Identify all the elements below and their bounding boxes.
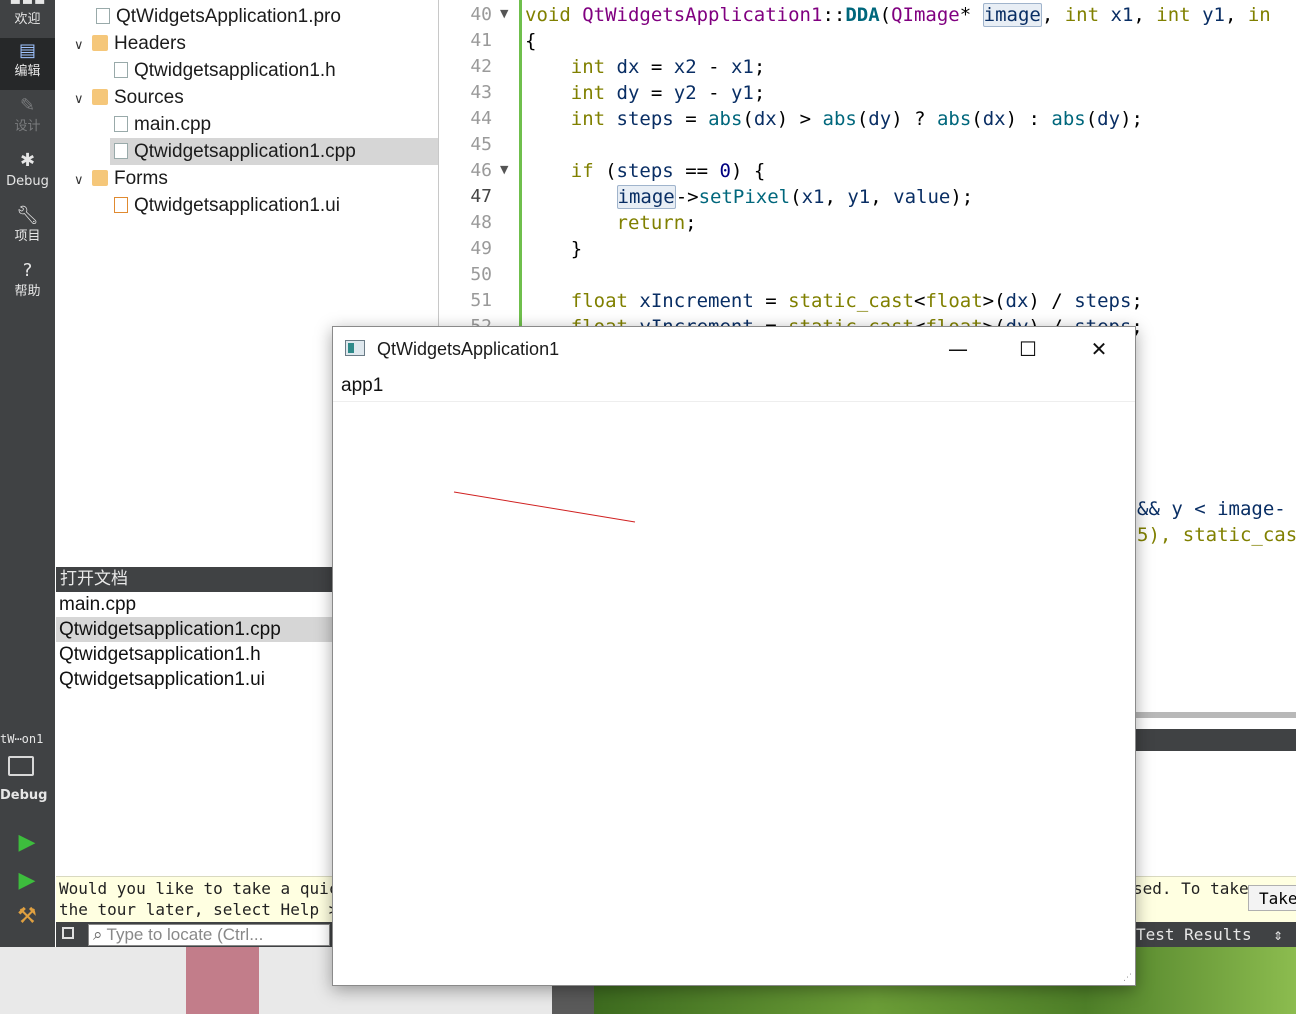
mode-edit[interactable]: ▤ 编辑	[0, 38, 55, 90]
tree-item-main-cpp[interactable]: main.cpp	[114, 111, 211, 138]
code-line: int dx = x2 - x1;	[570, 56, 766, 78]
tree-folder-sources[interactable]: ∨ Sources	[74, 84, 184, 111]
desktop-window-fragment	[552, 985, 594, 1014]
search-icon: ⌕	[93, 925, 103, 944]
edit-document-icon: ▤	[18, 40, 36, 61]
mode-welcome[interactable]: ▪▪▪ 欢迎	[0, 0, 55, 38]
kit-mode-label: Debug	[0, 788, 48, 803]
take-tour-button[interactable]: Take	[1248, 885, 1296, 911]
bug-icon: ✱	[19, 150, 36, 171]
help-icon: ?	[22, 260, 33, 281]
menu-item-app1[interactable]: app1	[341, 371, 383, 401]
kit-selector-label[interactable]: tW⋯on1	[0, 732, 55, 746]
fold-arrow-icon[interactable]: ▼	[500, 163, 508, 176]
folder-icon	[92, 35, 108, 51]
pencil-icon: ✎	[19, 95, 36, 116]
code-line: return;	[616, 212, 697, 234]
chevron-down-icon[interactable]: ∨	[74, 85, 92, 112]
line-number: 45	[470, 134, 492, 155]
folder-icon	[92, 89, 108, 105]
mode-help[interactable]: ? 帮助	[0, 258, 55, 310]
open-doc-item[interactable]: Qtwidgetsapplication1.cpp	[56, 617, 332, 642]
sidebar-toggle-icon[interactable]	[62, 927, 74, 939]
debug-run-icon[interactable]: ▶	[8, 864, 46, 898]
line-number: 40	[470, 4, 492, 25]
chevron-down-icon[interactable]: ∨	[74, 31, 92, 58]
code-fragment: && y < image-	[1137, 498, 1286, 520]
code-line: }	[525, 238, 583, 260]
tour-text: Would you like to take a quick	[59, 879, 348, 898]
form-file-icon	[114, 197, 128, 213]
maximize-button[interactable]: ☐	[995, 327, 1061, 371]
line-number: 51	[470, 290, 492, 311]
tour-text: the tour later, select Help > U	[59, 900, 358, 919]
code-fragment: 5), static_cas	[1137, 524, 1296, 546]
canvas-svg	[453, 491, 636, 523]
mode-debug[interactable]: ✱ Debug	[0, 148, 55, 200]
tree-item-pro-file[interactable]: QtWidgetsApplication1.pro	[96, 3, 341, 30]
monitor-icon[interactable]	[8, 756, 34, 776]
code-line: if (steps == 0) {	[570, 160, 766, 182]
pane-splitter[interactable]	[1134, 712, 1296, 718]
open-documents-header: 打开文档	[56, 567, 332, 592]
drawing-canvas	[333, 402, 1135, 972]
line-number: 46	[470, 160, 492, 181]
mode-selector-bar: ▪▪▪ 欢迎 ▤ 编辑 ✎ 设计 ✱ Debug 🔧︎ 项目 ? 帮助 tW⋯o…	[0, 0, 55, 947]
tree-item-header-file[interactable]: Qtwidgetsapplication1.h	[114, 57, 336, 84]
minimize-button[interactable]: —	[925, 327, 991, 371]
size-grip-icon[interactable]: ⋰	[1123, 973, 1133, 983]
cpp-file-icon	[114, 143, 128, 159]
menu-bar: app1	[333, 371, 1135, 402]
tree-folder-headers[interactable]: ∨ Headers	[74, 30, 186, 57]
line-number-current: 47	[470, 186, 492, 207]
open-doc-item[interactable]: Qtwidgetsapplication1.h	[56, 642, 332, 667]
grid-icon: ▪▪▪	[0, 0, 55, 12]
tour-text: sed. To take	[1133, 879, 1249, 898]
folder-icon	[92, 170, 108, 186]
line-number: 42	[470, 56, 492, 77]
code-line: int dy = y2 - y1;	[570, 82, 766, 104]
code-line: float xIncrement = static_cast<float>(dx…	[570, 290, 1143, 312]
line-number: 41	[470, 30, 492, 51]
desktop-window-fragment	[186, 947, 259, 1014]
build-hammer-icon[interactable]: ⚒	[8, 900, 46, 934]
window-titlebar[interactable]: QtWidgetsApplication1 — ☐ ✕	[333, 327, 1135, 371]
line-number: 50	[470, 264, 492, 285]
output-pane-header	[1134, 729, 1296, 751]
code-line: void QtWidgetsApplication1::DDA(QImage* …	[525, 3, 1271, 27]
dda-line	[453, 491, 636, 523]
close-button[interactable]: ✕	[1066, 327, 1132, 371]
test-results-tab[interactable]: Test Results ⇕	[1136, 924, 1283, 946]
line-number: 43	[470, 82, 492, 103]
locator-input[interactable]: ⌕ Type to locate (Ctrl...	[88, 924, 330, 946]
open-documents-list: main.cpp Qtwidgetsapplication1.cpp Qtwid…	[56, 592, 332, 874]
tree-item-app-cpp[interactable]: Qtwidgetsapplication1.cpp	[110, 138, 438, 165]
run-icon[interactable]: ▶	[8, 826, 46, 860]
app-window: QtWidgetsApplication1 — ☐ ✕ app1 ⋰	[332, 326, 1136, 986]
cpp-file-icon	[114, 116, 128, 132]
mode-projects[interactable]: 🔧︎ 项目	[0, 203, 55, 255]
mode-design[interactable]: ✎ 设计	[0, 93, 55, 145]
open-doc-item[interactable]: Qtwidgetsapplication1.ui	[56, 667, 332, 692]
fold-arrow-icon[interactable]: ▼	[500, 7, 508, 20]
open-doc-item[interactable]: main.cpp	[56, 592, 332, 617]
line-number: 49	[470, 238, 492, 259]
window-title: QtWidgetsApplication1	[377, 339, 560, 359]
code-line: {	[525, 30, 537, 52]
project-file-icon	[96, 8, 110, 24]
line-number: 44	[470, 108, 492, 129]
up-down-icon: ⇕	[1273, 925, 1283, 944]
tree-folder-forms[interactable]: ∨ Forms	[74, 165, 168, 192]
header-file-icon	[114, 62, 128, 78]
chevron-down-icon[interactable]: ∨	[74, 166, 92, 193]
app-icon	[345, 340, 365, 356]
tree-item-ui-file[interactable]: Qtwidgetsapplication1.ui	[114, 192, 340, 219]
wrench-icon: 🔧︎	[16, 205, 39, 226]
code-line: int steps = abs(dx) > abs(dy) ? abs(dx) …	[570, 108, 1143, 130]
code-line: image->setPixel(x1, y1, value);	[616, 185, 974, 209]
line-number: 48	[470, 212, 492, 233]
